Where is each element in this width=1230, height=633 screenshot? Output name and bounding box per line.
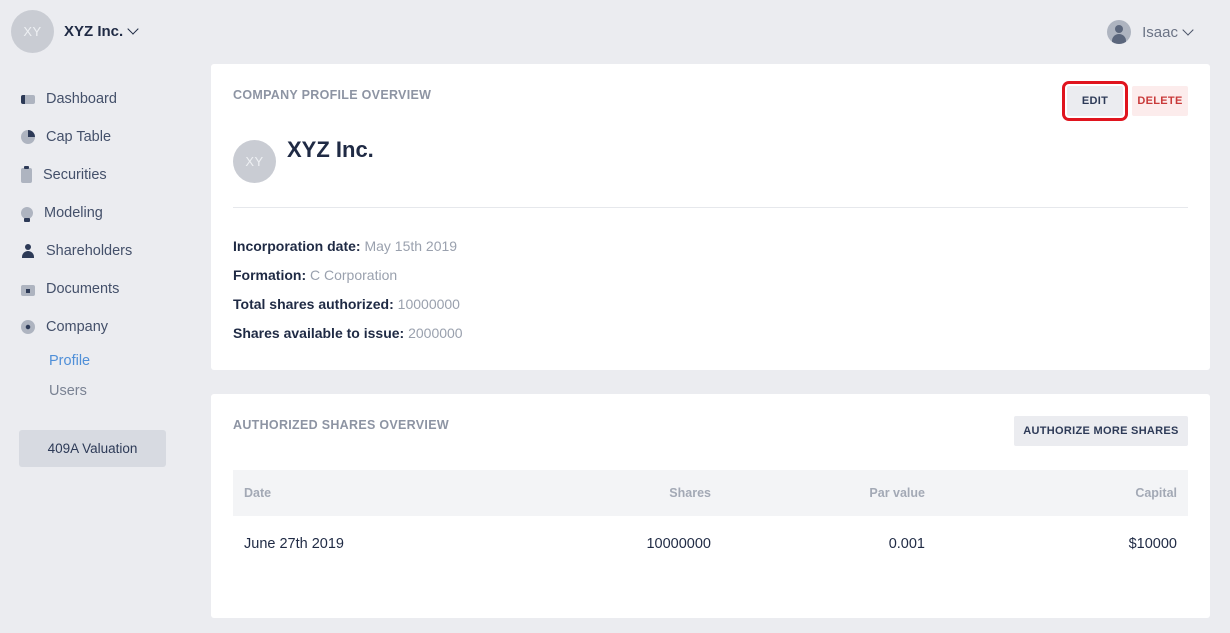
detail-label: Incorporation date: (233, 238, 361, 254)
user-avatar-icon (1107, 20, 1132, 44)
valuation-button[interactable]: 409A Valuation (19, 430, 166, 467)
sidebar-item-dashboard[interactable]: Dashboard (0, 80, 190, 118)
authorized-shares-card: AUTHORIZED SHARES OVERVIEW AUTHORIZE MOR… (211, 394, 1210, 618)
detail-label: Formation: (233, 267, 307, 283)
column-header-date: Date (244, 486, 272, 500)
card-title: AUTHORIZED SHARES OVERVIEW (233, 418, 449, 432)
sidebar-item-label: Cap Table (46, 129, 112, 145)
column-header-capital: Capital (1135, 486, 1177, 500)
detail-value: May 15th 2019 (364, 238, 458, 254)
detail-label: Shares available to issue: (233, 325, 405, 341)
sidebar-item-label: Modeling (44, 205, 103, 221)
detail-value: 10000000 (397, 296, 460, 312)
divider (233, 207, 1188, 208)
table-row: June 27th 2019 10000000 0.001 $10000 (233, 516, 1188, 572)
sidebar-item-label: Dashboard (46, 91, 117, 107)
table-cell: $10000 (1128, 536, 1177, 552)
page-title: XYZ Inc. (287, 136, 374, 162)
table-cell: June 27th 2019 (244, 536, 344, 552)
table-cell: 10000000 (646, 536, 711, 552)
chevron-down-icon (1182, 23, 1194, 36)
sidebar-item-label: Documents (46, 281, 120, 297)
profile-header: XY XYZ Inc. (233, 136, 374, 183)
delete-button[interactable]: DELETE (1132, 86, 1188, 116)
sidebar-item-modeling[interactable]: Modeling (0, 194, 190, 232)
dashboard-icon (21, 94, 35, 104)
company-switcher[interactable]: XY XYZ Inc. (11, 10, 139, 53)
detail-label: Total shares authorized: (233, 296, 394, 312)
table-header: Date Shares Par value Capital (233, 470, 1188, 516)
company-avatar: XY (233, 140, 276, 183)
gear-icon (21, 320, 35, 334)
sidebar-item-label: Shareholders (46, 243, 133, 259)
detail-formation: Formation: C Corporation (233, 266, 463, 295)
table-cell: 0.001 (888, 536, 925, 552)
column-header-par-value: Par value (869, 486, 925, 500)
sidebar-subitem-users[interactable]: Users (0, 376, 190, 406)
sidebar-item-shareholders[interactable]: Shareholders (0, 232, 190, 270)
detail-available-shares: Shares available to issue: 2000000 (233, 324, 463, 353)
detail-incorporation-date: Incorporation date: May 15th 2019 (233, 237, 463, 266)
sidebar: Dashboard Cap Table Securities Modeling … (0, 80, 190, 467)
column-header-shares: Shares (669, 486, 711, 500)
sidebar-item-documents[interactable]: Documents (0, 270, 190, 308)
company-details: Incorporation date: May 15th 2019 Format… (233, 237, 463, 353)
sidebar-item-cap-table[interactable]: Cap Table (0, 118, 190, 156)
detail-total-shares: Total shares authorized: 10000000 (233, 295, 463, 324)
edit-button[interactable]: EDIT (1062, 81, 1128, 121)
clipboard-icon (21, 165, 32, 183)
card-title: COMPANY PROFILE OVERVIEW (233, 88, 432, 102)
sidebar-subitem-profile[interactable]: Profile (0, 346, 190, 376)
detail-value: 2000000 (408, 325, 463, 341)
pie-chart-icon (21, 130, 35, 144)
company-name: XYZ Inc. (64, 23, 124, 40)
user-menu[interactable]: Isaac (1107, 20, 1194, 44)
user-name: Isaac (1142, 23, 1178, 41)
company-profile-card: COMPANY PROFILE OVERVIEW EDIT DELETE XY … (211, 64, 1210, 370)
detail-value: C Corporation (310, 267, 398, 283)
sidebar-item-company[interactable]: Company (0, 308, 190, 346)
lightbulb-icon (21, 207, 33, 222)
folder-icon (21, 284, 35, 296)
chevron-down-icon (127, 23, 139, 35)
company-avatar: XY (11, 10, 54, 53)
person-icon (21, 244, 35, 258)
sidebar-item-label: Company (46, 319, 109, 335)
authorize-more-shares-button[interactable]: AUTHORIZE MORE SHARES (1014, 416, 1188, 446)
sidebar-item-securities[interactable]: Securities (0, 156, 190, 194)
sidebar-item-label: Securities (43, 167, 107, 183)
shares-table: Date Shares Par value Capital June 27th … (233, 470, 1188, 572)
